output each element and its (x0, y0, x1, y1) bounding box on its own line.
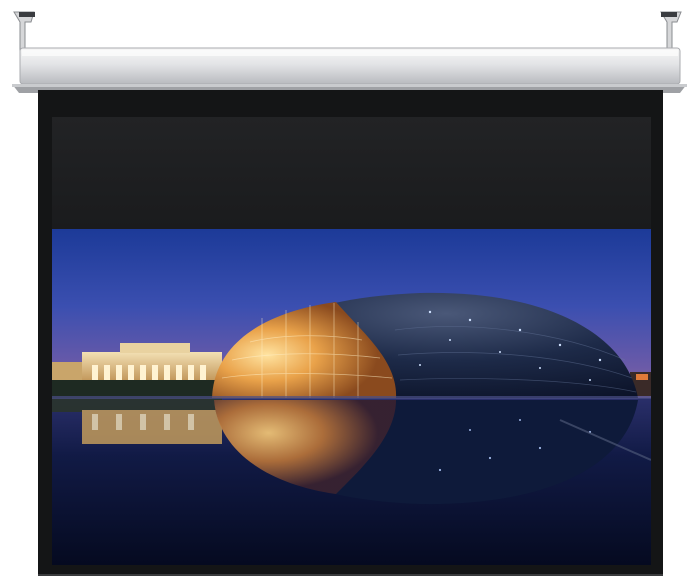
projection-screen-photo (0, 0, 689, 585)
black-drop (52, 117, 651, 229)
screen-housing (12, 47, 687, 93)
projection-screen-illustration (12, 11, 687, 576)
projected-image (52, 229, 651, 565)
